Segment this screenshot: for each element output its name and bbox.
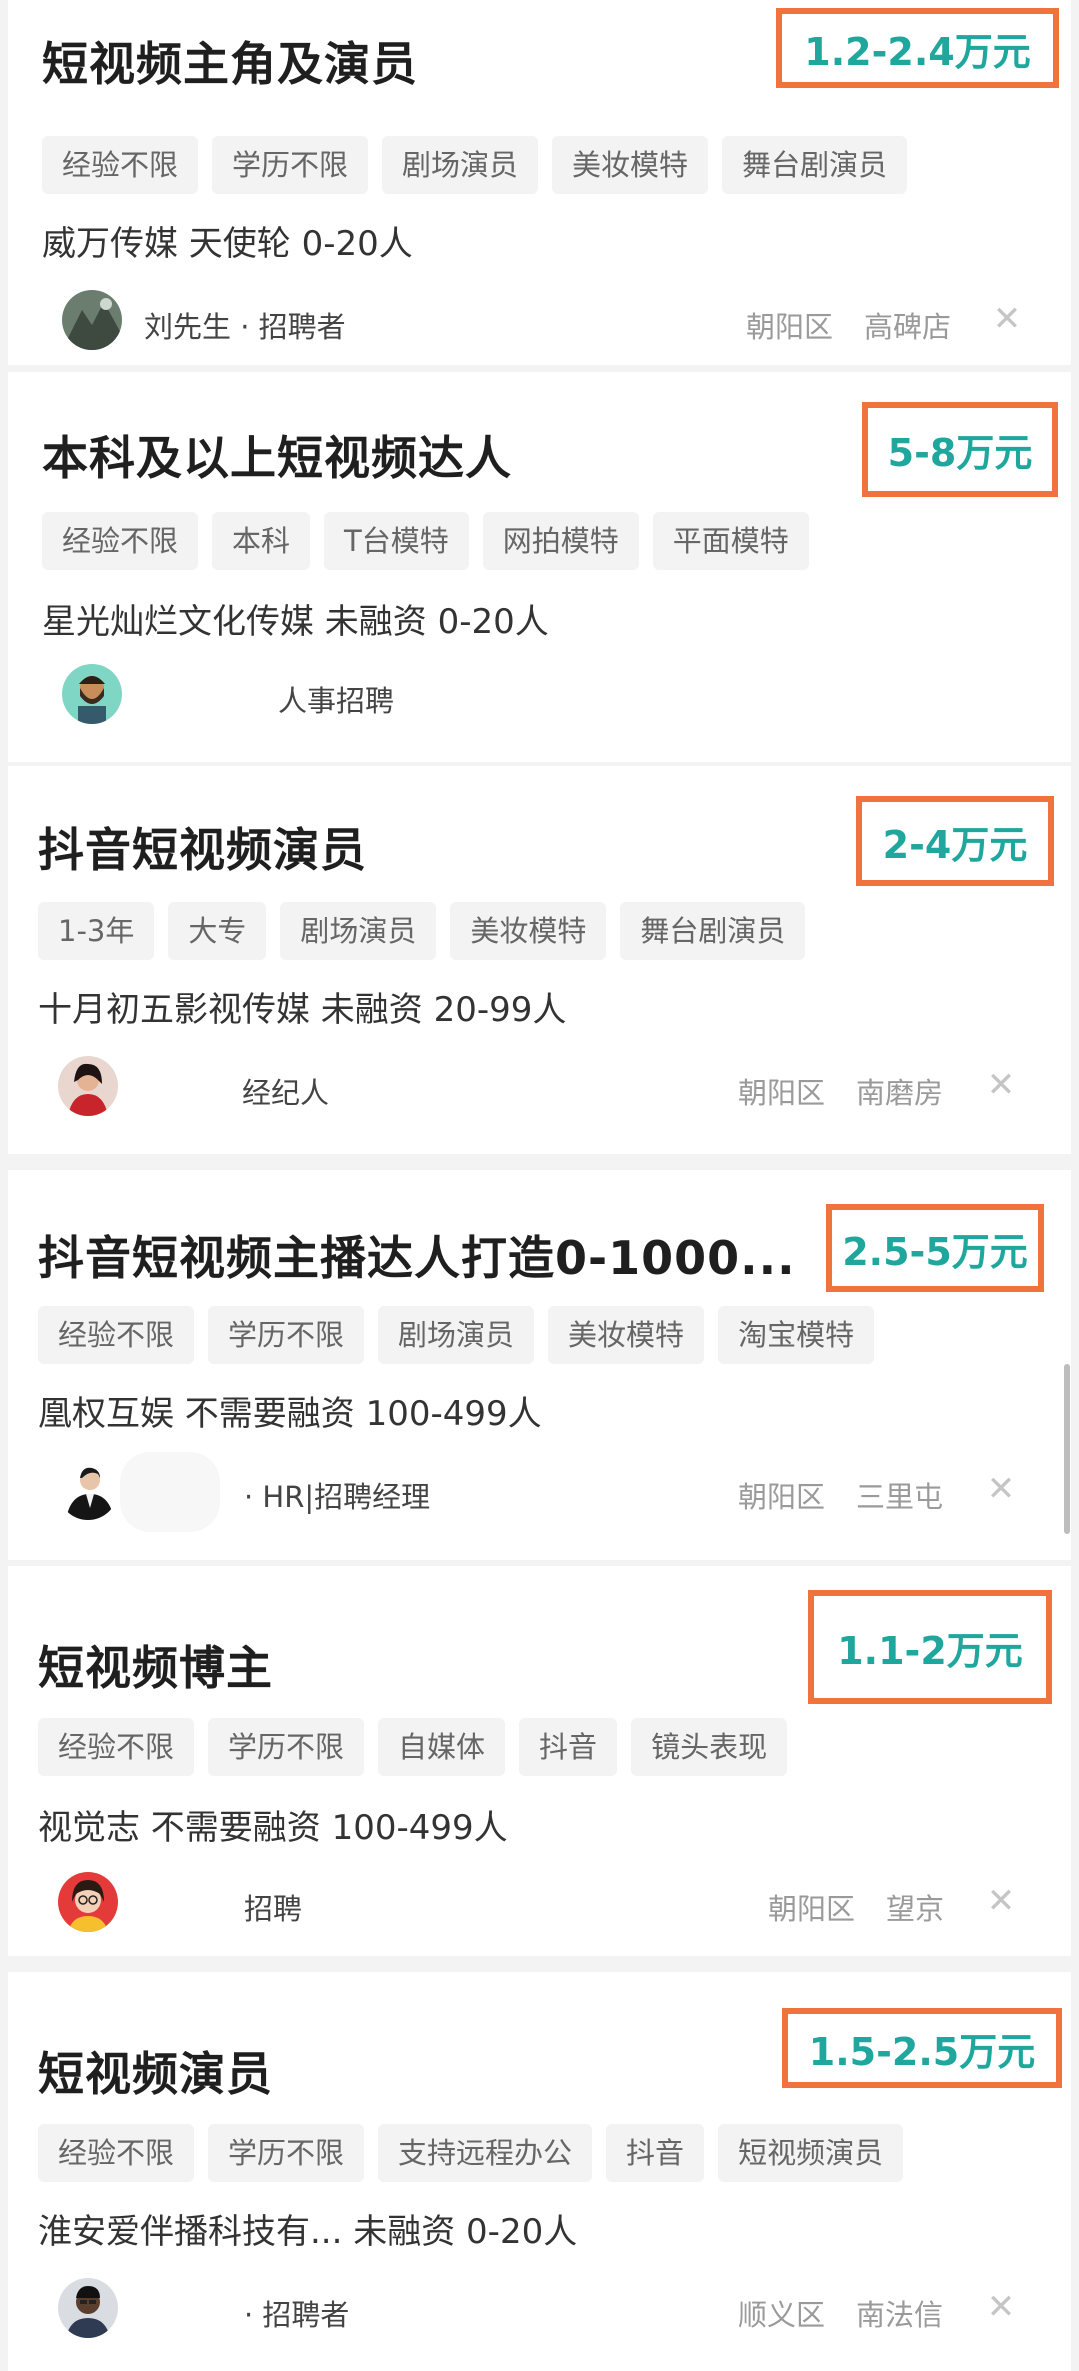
job-card[interactable]: 本科及以上短视频达人 5-8万元 经验不限 本科 T台模特 网拍模特 平面模特 … <box>8 372 1071 762</box>
tag: 淘宝模特 <box>718 1306 875 1364</box>
job-card[interactable]: 短视频博主 1.1-2万元 经验不限 学历不限 自媒体 抖音 镜头表现 视觉志 … <box>8 1566 1071 1956</box>
company-info: 视觉志 不需要融资 100-499人 <box>38 1808 508 1848</box>
company-info: 十月初五影视传媒 未融资 20-99人 <box>38 990 567 1030</box>
avatar-suit-icon <box>58 1460 118 1520</box>
district: 朝阳区 <box>738 1480 826 1514</box>
tag: 学历不限 <box>212 136 369 194</box>
area: 南法信 <box>856 2298 944 2332</box>
district: 朝阳区 <box>768 1892 856 1926</box>
tag-list: 1-3年 大专 剧场演员 美妆模特 舞台剧演员 <box>38 902 806 960</box>
avatar-landscape-icon <box>62 290 122 350</box>
tag-list: 经验不限 学历不限 剧场演员 美妆模特 淘宝模特 <box>38 1306 875 1364</box>
tag: 1-3年 <box>38 902 155 960</box>
tag: 平面模特 <box>652 512 809 570</box>
tag: 支持远程办公 <box>378 2124 593 2182</box>
tag-list: 经验不限 学历不限 剧场演员 美妆模特 舞台剧演员 <box>42 136 908 194</box>
job-card[interactable]: 短视频主角及演员 1.2-2.4万元 经验不限 学历不限 剧场演员 美妆模特 舞… <box>8 0 1071 365</box>
job-title: 短视频演员 <box>38 2047 273 2101</box>
area: 高碑店 <box>864 310 952 344</box>
blurred-name-patch <box>120 1452 220 1532</box>
close-icon[interactable]: ✕ <box>990 302 1024 336</box>
tag: 经验不限 <box>38 1718 195 1776</box>
company-info: 威万传媒 天使轮 0-20人 <box>42 224 413 264</box>
tag: 美妆模特 <box>548 1306 705 1364</box>
tag: T台模特 <box>324 512 469 570</box>
district: 朝阳区 <box>738 1076 826 1110</box>
tag: 剧场演员 <box>382 136 539 194</box>
tag: 网拍模特 <box>482 512 639 570</box>
close-icon[interactable]: ✕ <box>984 1472 1018 1506</box>
tag: 抖音 <box>519 1718 618 1776</box>
tag: 短视频演员 <box>718 2124 904 2182</box>
salary-highlight-box: 2.5-5万元 <box>826 1204 1044 1292</box>
company-info: 凰权互娱 不需要融资 100-499人 <box>38 1394 542 1434</box>
salary-highlight-box: 1.1-2万元 <box>808 1590 1052 1704</box>
tag: 学历不限 <box>208 1306 365 1364</box>
recruiter-name: 招聘 <box>244 1892 303 1926</box>
job-card[interactable]: 抖音短视频演员 2-4万元 1-3年 大专 剧场演员 美妆模特 舞台剧演员 十月… <box>8 766 1071 1154</box>
tag: 舞台剧演员 <box>722 136 908 194</box>
avatar-woman-glasses-icon <box>58 1872 118 1932</box>
recruiter-name: 人事招聘 <box>278 684 395 718</box>
area: 三里屯 <box>856 1480 944 1514</box>
tag: 学历不限 <box>208 2124 365 2182</box>
tag: 经验不限 <box>38 2124 195 2182</box>
tag: 舞台剧演员 <box>620 902 806 960</box>
company-info: 星光灿烂文化传媒 未融资 0-20人 <box>42 602 549 642</box>
recruiter-name: 经纪人 <box>242 1076 330 1110</box>
salary-highlight-box: 1.2-2.4万元 <box>776 8 1059 88</box>
recruiter-name: · 招聘者 <box>244 2298 350 2332</box>
job-title: 短视频博主 <box>38 1641 273 1695</box>
tag: 镜头表现 <box>631 1718 788 1776</box>
close-icon[interactable]: ✕ <box>984 1884 1018 1918</box>
area: 南磨房 <box>856 1076 944 1110</box>
salary: 5-8万元 <box>887 431 1033 475</box>
scrollbar[interactable] <box>1064 1364 1070 1534</box>
salary-highlight-box: 2-4万元 <box>856 796 1054 886</box>
close-icon[interactable]: ✕ <box>984 2290 1018 2324</box>
district: 朝阳区 <box>746 310 834 344</box>
tag-list: 经验不限 学历不限 支持远程办公 抖音 短视频演员 <box>38 2124 904 2182</box>
area: 望京 <box>886 1892 945 1926</box>
avatar-person-red-icon <box>58 1056 118 1116</box>
job-card[interactable]: 抖音短视频主播达人打造0-1000... 2.5-5万元 经验不限 学历不限 剧… <box>8 1170 1071 1560</box>
job-title: 短视频主角及演员 <box>42 37 418 91</box>
recruiter-name: · HR|招聘经理 <box>244 1480 431 1514</box>
tag: 经验不限 <box>42 512 199 570</box>
salary-highlight-box: 1.5-2.5万元 <box>782 2008 1062 2088</box>
avatar-man-dark-icon <box>58 2278 118 2338</box>
district: 顺义区 <box>738 2298 826 2332</box>
salary: 1.2-2.4万元 <box>804 29 1031 74</box>
salary: 1.1-2万元 <box>837 1628 1023 1673</box>
tag: 抖音 <box>606 2124 705 2182</box>
company-info: 淮安爱伴播科技有... 未融资 0-20人 <box>38 2212 578 2252</box>
tag-list: 经验不限 学历不限 自媒体 抖音 镜头表现 <box>38 1718 788 1776</box>
salary-highlight-box: 5-8万元 <box>862 402 1058 497</box>
recruiter-name: 刘先生 · 招聘者 <box>144 310 346 344</box>
job-title: 抖音短视频演员 <box>38 823 367 877</box>
job-title: 抖音短视频主播达人打造0-1000... <box>38 1231 796 1285</box>
salary: 2-4万元 <box>882 822 1028 867</box>
tag: 美妆模特 <box>450 902 607 960</box>
job-list-page: 短视频主角及演员 1.2-2.4万元 经验不限 学历不限 剧场演员 美妆模特 舞… <box>0 0 1079 2371</box>
tag: 美妆模特 <box>552 136 709 194</box>
tag: 自媒体 <box>378 1718 506 1776</box>
tag: 剧场演员 <box>378 1306 535 1364</box>
job-title: 本科及以上短视频达人 <box>42 431 512 485</box>
tag: 学历不限 <box>208 1718 365 1776</box>
tag: 经验不限 <box>42 136 199 194</box>
tag: 大专 <box>168 902 267 960</box>
close-icon[interactable]: ✕ <box>984 1068 1018 1102</box>
salary: 1.5-2.5万元 <box>808 2029 1036 2074</box>
tag: 本科 <box>212 512 311 570</box>
tag: 经验不限 <box>38 1306 195 1364</box>
avatar-bearded-man-icon <box>62 664 122 724</box>
job-card[interactable]: 短视频演员 1.5-2.5万元 经验不限 学历不限 支持远程办公 抖音 短视频演… <box>8 1972 1071 2371</box>
tag-list: 经验不限 本科 T台模特 网拍模特 平面模特 <box>42 512 809 570</box>
tag: 剧场演员 <box>280 902 437 960</box>
salary: 2.5-5万元 <box>842 1229 1028 1274</box>
